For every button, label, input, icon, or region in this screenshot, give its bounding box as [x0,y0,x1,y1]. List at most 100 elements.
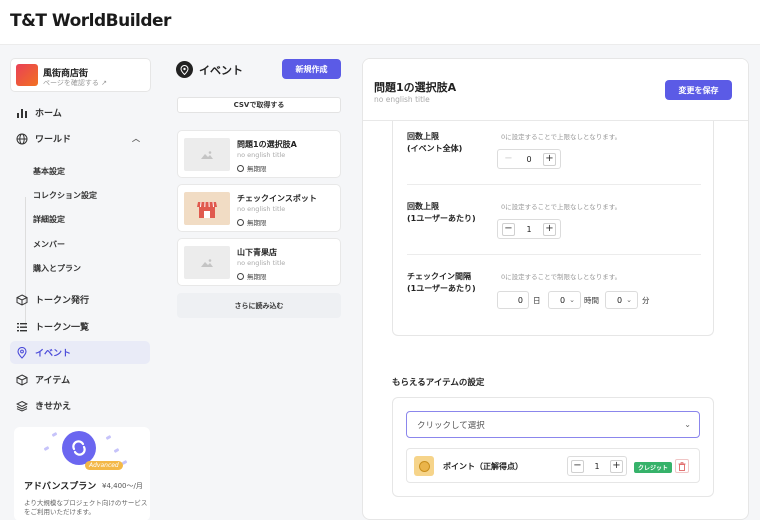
reward-settings-box: クリックして選択 ⌄ ポイント（正解得点） − 1 + クレジット [392,397,714,497]
reward-item-name: ポイント（正解得点） [443,462,523,471]
create-event-button[interactable]: 新規作成 [282,59,341,79]
increment-button[interactable]: + [543,222,556,236]
limit-per-user-stepper[interactable]: − 1 + [497,219,561,239]
plan-tag: Advanced [85,461,123,470]
reward-section-title: もらえるアイテムの設定 [392,378,485,388]
chevron-down-icon: ⌄ [569,296,575,304]
checkin-interval-hint: 0に設定することで制限なしとなります。 [501,273,622,281]
checkin-interval-label: チェックイン間隔 (1ユーザーあたり) [407,271,476,295]
shop-card[interactable]: 風街商店街 ページを確認する ↗ [10,58,151,92]
interval-hours-select[interactable]: 0 ⌄ [548,291,581,309]
limit-per-user-value[interactable]: 1 [526,225,531,234]
event-english-title: no english title [237,259,286,267]
sidebar-item-label: ワールド [35,135,72,145]
interval-minutes-select[interactable]: 0 ⌄ [605,291,638,309]
detail-subtitle: no english title [374,95,430,104]
cube-icon [16,293,28,306]
plan-price: ¥4,400〜/月 [102,482,143,490]
view-page-link[interactable]: ページを確認する ↗ [43,78,107,88]
sidebar-subitem-detail-settings[interactable]: 詳細設定 [33,214,65,225]
sidebar-subitem-purchase-plan[interactable]: 購入とプラン [33,263,81,274]
sidebar-subitem-members[interactable]: メンバー [33,239,65,250]
placeholder-image-icon [184,138,230,171]
decrement-button[interactable]: − [571,459,584,473]
sidebar-item-token-list[interactable]: トークン一覧 [10,315,150,338]
reward-quantity-stepper[interactable]: − 1 + [567,456,627,476]
limit-total-value[interactable]: 0 [526,155,531,164]
reward-quantity-value[interactable]: 1 [594,462,599,471]
row-label-line1: 回数上限 [407,202,439,211]
decorative-confetti [105,434,112,441]
sidebar-item-label: ホーム [35,109,62,119]
interval-days-input[interactable]: 0 [497,291,529,309]
decorative-confetti [43,445,50,452]
layers-icon [16,400,28,412]
event-list-header: イベント [176,61,243,78]
event-period-label: 無期限 [247,165,267,173]
clock-icon [237,272,244,280]
plan-title: アドバンスプラン [24,482,97,492]
sidebar-item-items[interactable]: アイテム [10,368,150,391]
limit-per-user-hint: 0に設定することで上限なしとなります。 [501,203,622,211]
sidebar-item-label: アイテム [35,376,71,386]
clock-icon [237,218,244,226]
page-title: イベント [199,63,243,77]
event-list-panel: イベント 新規作成 CSVで取得する 問題1の選択肢A no english t… [162,44,362,520]
sidebar-item-token-issue[interactable]: トークン発行 [10,288,150,311]
reward-item-select[interactable]: クリックして選択 ⌄ [406,411,700,438]
event-english-title: no english title [237,205,286,213]
decorative-confetti [51,431,58,438]
trash-icon[interactable] [675,459,689,473]
row-label-line2: (1ユーザーあたり) [407,284,476,293]
increment-button[interactable]: + [543,152,556,166]
sidebar-subitem-collection-settings[interactable]: コレクション設定 [33,190,97,201]
storefront-icon [184,192,230,225]
limit-total-stepper[interactable]: − 0 + [497,149,561,169]
save-changes-button[interactable]: 変更を保存 [665,80,732,100]
event-card[interactable]: 山下青果店 no english title 無期限 [177,238,341,286]
sidebar-item-dressup[interactable]: きせかえ [10,394,150,417]
app-logo[interactable]: T&T WorldBuilder [10,11,171,31]
detail-title: 問題1の選択肢A [374,81,457,94]
reward-item-row: ポイント（正解得点） − 1 + クレジット [406,448,700,483]
event-period: 無期限 [237,271,267,281]
credit-badge: クレジット [634,462,673,473]
top-bar: T&T WorldBuilder [0,0,760,44]
csv-export-button[interactable]: CSVで取得する [177,97,341,113]
advanced-plan-icon [62,431,96,465]
event-period: 無期限 [237,163,267,173]
hours-unit: 時間 [584,296,599,305]
row-label-line1: 回数上限 [407,132,439,141]
sidebar-item-home[interactable]: ホーム [10,101,150,124]
interval-hours-value: 0 [560,295,566,305]
event-name: チェックインスポット [237,194,317,203]
list-icon [16,321,28,333]
row-divider [407,254,701,255]
decrement-button[interactable]: − [502,222,515,236]
limit-total-hint: 0に設定することで上限なしとなります。 [501,133,622,141]
row-label-line2: (1ユーザーあたり) [407,214,476,223]
event-period: 無期限 [237,217,267,227]
location-pin-icon [176,61,193,78]
box-icon [16,373,28,386]
plan-card[interactable]: Advanced アドバンスプラン ¥4,400〜/月 より大規模なプロジェクト… [14,427,150,520]
row-label-line2: (イベント全体) [407,144,463,153]
sidebar: 風街商店街 ページを確認する ↗ ホーム ワールド ︿ 基本設定 コレクション設… [0,44,162,520]
sidebar-item-world[interactable]: ワールド ︿ [10,127,150,150]
row-divider [407,184,701,185]
sidebar-subitem-basic-settings[interactable]: 基本設定 [33,166,65,177]
chevron-up-icon: ︿ [132,134,140,143]
limit-total-label: 回数上限 (イベント全体) [407,131,462,155]
load-more-button[interactable]: さらに読み込む [177,293,341,318]
decrement-button[interactable]: − [502,153,515,166]
clock-icon [237,164,244,172]
detail-header: 問題1の選択肢A no english title 変更を保存 [363,59,748,121]
event-period-label: 無期限 [247,273,267,281]
increment-button[interactable]: + [610,459,623,473]
decorative-confetti [113,447,120,454]
event-period-label: 無期限 [247,219,267,227]
event-card[interactable]: 問題1の選択肢A no english title 無期限 [177,130,341,178]
event-english-title: no english title [237,151,286,159]
sidebar-item-events[interactable]: イベント [10,341,150,364]
event-card[interactable]: チェックインスポット no english title 無期限 [177,184,341,232]
